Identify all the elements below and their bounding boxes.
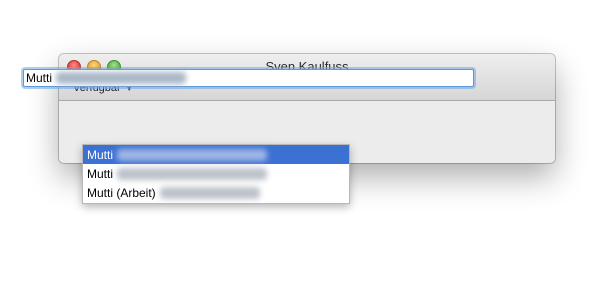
redacted-contact-info (117, 167, 268, 180)
suggestion-item[interactable]: Mutti (83, 145, 349, 164)
redacted-contact-info (159, 186, 260, 199)
suggestion-item[interactable]: Mutti (Arbeit) (83, 183, 349, 202)
recipient-input-text: Mutti (26, 71, 53, 85)
autocomplete-dropdown: Mutti Mutti Mutti (Arbeit) (82, 144, 350, 204)
suggestion-label: Mutti (Arbeit) (87, 185, 156, 200)
redacted-contact-info (56, 72, 187, 84)
recipient-input[interactable]: Mutti (23, 69, 474, 87)
suggestion-label: Mutti (87, 147, 114, 162)
redacted-contact-info (117, 148, 268, 161)
suggestion-label: Mutti (87, 166, 114, 181)
suggestion-item[interactable]: Mutti (83, 164, 349, 183)
